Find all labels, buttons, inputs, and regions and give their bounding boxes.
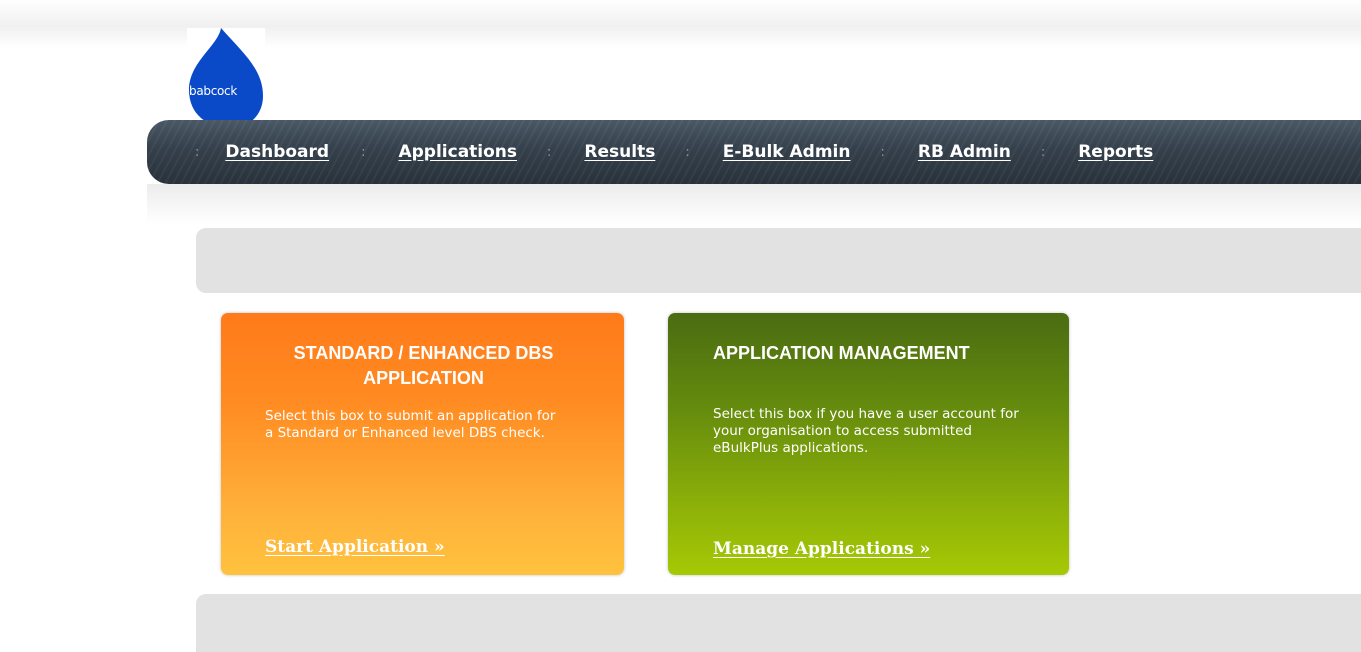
info-panel-bottom	[196, 594, 1361, 652]
logo-wordmark: babcock	[189, 84, 237, 98]
nav-separator: :	[685, 144, 690, 160]
babcock-logo[interactable]: babcock	[187, 28, 265, 128]
card-description: Select this box to submit an application…	[265, 408, 556, 441]
card-description: Select this box if you have a user accou…	[713, 406, 1019, 456]
nav-link-results[interactable]: Results	[584, 142, 655, 162]
nav-list: : Dashboard : Applications : Results : E…	[195, 120, 1153, 184]
logo-drop-icon	[189, 28, 263, 128]
start-application-link[interactable]: Start Application »	[265, 537, 445, 557]
nav-separator: :	[1040, 144, 1046, 160]
nav-separator: :	[547, 144, 552, 160]
main-navigation-bar: : Dashboard : Applications : Results : E…	[147, 120, 1361, 184]
application-management-card[interactable]: APPLICATION MANAGEMENT Select this box i…	[668, 313, 1069, 575]
nav-link-dashboard[interactable]: Dashboard	[225, 142, 329, 162]
nav-link-applications[interactable]: Applications	[398, 142, 517, 162]
page: babcock : Dashboard : Applications : Res…	[0, 0, 1361, 652]
nav-separator: :	[195, 144, 200, 160]
card-title: APPLICATION MANAGEMENT	[713, 343, 970, 363]
info-panel-top	[196, 228, 1361, 293]
nav-link-rb-admin[interactable]: RB Admin	[918, 142, 1011, 162]
standard-enhanced-dbs-card[interactable]: STANDARD / ENHANCED DBS APPLICATION Sele…	[221, 313, 624, 575]
manage-applications-link[interactable]: Manage Applications »	[713, 539, 930, 559]
nav-separator: :	[880, 144, 885, 160]
nav-link-reports[interactable]: Reports	[1078, 142, 1153, 162]
nav-separator: :	[361, 144, 366, 160]
nav-link-e-bulk-admin[interactable]: E-Bulk Admin	[723, 142, 851, 162]
card-title: STANDARD / ENHANCED DBS APPLICATION	[293, 343, 554, 388]
nav-shadow-strip	[147, 184, 1361, 224]
